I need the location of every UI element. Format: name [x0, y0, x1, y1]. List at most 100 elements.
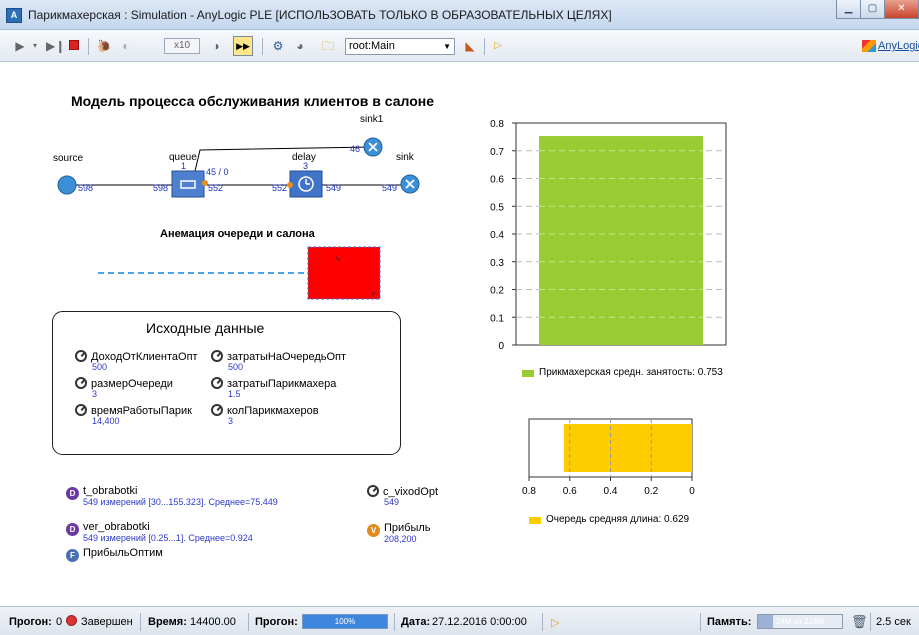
anylogic-link[interactable]: AnyLogic: [878, 40, 919, 52]
param-value: 500: [92, 362, 108, 372]
salon-area[interactable]: [307, 246, 381, 300]
window-title: Парикмахерская : Simulation - AnyLogic P…: [28, 8, 612, 22]
maximize-button[interactable]: ▢: [860, 0, 885, 19]
param-vremya-raboty[interactable]: времяРаботыПарик 14,400: [75, 404, 192, 426]
param-c-vixod-opt[interactable]: c_vixodOpt 549: [367, 485, 438, 507]
stat-detail: 549 измерений [30...155.323]. Среднее=75…: [83, 497, 278, 507]
parameter-icon: [367, 485, 379, 497]
param-name: колПарикмахеров: [227, 405, 319, 417]
y-tick-label: 0.2: [490, 286, 504, 297]
process-flowchart: [57, 137, 420, 198]
date-label: Дата:: [401, 616, 431, 628]
root-selector[interactable]: root:Main ▼: [345, 38, 455, 55]
memory-bar: 24M из 228M: [757, 614, 843, 629]
y-tick-label: 0.1: [490, 313, 504, 324]
virtual-time-button[interactable]: ▶▶: [233, 36, 253, 56]
chevron-down-icon: ▼: [443, 42, 451, 51]
navigate-back-icon[interactable]: ⚙: [270, 39, 286, 53]
parameter-icon: [75, 404, 87, 416]
y-tick-label: 0: [498, 341, 504, 352]
param-value: 14,400: [92, 416, 120, 426]
stat-name: t_obrabotki: [83, 485, 138, 497]
trash-icon[interactable]: 🗑: [851, 614, 868, 630]
parameter-icon: [75, 377, 87, 389]
param-razmer-ocheredi[interactable]: размерОчереди 3: [75, 377, 173, 399]
param-value: 3: [92, 389, 98, 399]
variable-pribyl[interactable]: V Прибыль 208,200: [367, 522, 431, 544]
sink1-in-count: 46: [350, 144, 361, 154]
stat-name: ПрибыльОптим: [83, 547, 163, 559]
delay-out-count: 549: [326, 183, 342, 193]
stat-detail: 549 измерений [0.25...1]. Среднее=0.924: [83, 533, 253, 543]
model-root-icon[interactable]: 🗀: [318, 39, 338, 53]
experiment-status-icon[interactable]: ▷: [551, 616, 559, 629]
x-tick-label: 0.8: [522, 486, 536, 497]
param-name: затратыПарикмахера: [227, 378, 337, 390]
bar-queue: [563, 424, 692, 472]
queue-block[interactable]: [171, 170, 205, 198]
date-value: 27.12.2016 0:00:00: [432, 616, 527, 628]
inputs-title: Исходные данные: [146, 320, 265, 336]
source-block[interactable]: [57, 175, 77, 195]
run-label: Прогон:: [9, 616, 52, 628]
root-selector-value: root:Main: [349, 40, 395, 52]
y-tick-label: 0.5: [490, 202, 504, 213]
status-bar: Прогон: 0 Завершен Время: 14400.00 Прого…: [0, 606, 919, 635]
y-tick-label: 0.8: [490, 119, 504, 130]
param-value: 3: [228, 416, 234, 426]
delay-port: [287, 182, 293, 188]
legend-queue: Очередь средняя длина: 0.629: [546, 514, 690, 525]
queue-size: 1: [181, 161, 187, 171]
legend-busy: Прикмахерская средн. занятость: 0.753: [539, 367, 723, 378]
model-title: Модель процесса обслуживания клиентов в …: [71, 93, 434, 109]
toolbar-separator: [88, 38, 89, 55]
animation-title: Анемация очереди и салона: [160, 228, 315, 240]
param-name: затратыНаОчередьОпт: [227, 351, 347, 363]
anylogic-app-icon: A: [6, 8, 22, 23]
step-icon[interactable]: ▶❙: [46, 39, 65, 53]
bar-busy: [539, 136, 703, 345]
home-view-icon[interactable]: ◣: [462, 39, 478, 53]
param-zatraty-parik[interactable]: затратыПарикмахера 1.5: [211, 377, 337, 399]
stat-ver-obrabotki[interactable]: Dver_obrabotki 549 измерений [0.25...1].…: [66, 521, 253, 543]
run-dropdown-icon[interactable]: ▾: [30, 39, 40, 53]
sink-in-count: 549: [382, 183, 398, 193]
function-icon: F: [66, 549, 79, 562]
speed-down-icon[interactable]: ◐: [118, 39, 134, 53]
model-canvas: Модель процесса обслуживания клиентов в …: [0, 63, 919, 606]
param-dohod[interactable]: ДоходОтКлиентаОпт 500: [75, 350, 198, 372]
function-pribyl-optim[interactable]: F ПрибыльОптим: [66, 547, 163, 562]
run-value: 0: [56, 616, 63, 628]
parameter-icon: [75, 350, 87, 362]
progress-label: Прогон:: [255, 616, 298, 628]
close-button[interactable]: ✕: [884, 0, 919, 19]
time-label: Время:: [148, 616, 187, 628]
queue-out-count: 552: [208, 183, 224, 193]
speed-up-icon[interactable]: ◑: [208, 39, 224, 53]
toolbar-separator: [484, 38, 485, 55]
slower-icon[interactable]: 🐌: [96, 39, 112, 53]
memory-label: Память:: [707, 616, 752, 628]
queue-animation: [98, 246, 381, 300]
param-zatraty-ochered[interactable]: затратыНаОчередьОпт 500: [211, 350, 347, 372]
y-tick-label: 0.6: [490, 175, 504, 186]
run-icon[interactable]: ▶: [14, 39, 26, 53]
param-kol-parik[interactable]: колПарикмахеров 3: [211, 404, 319, 426]
stat-t-obrabotki[interactable]: Dt_obrabotki 549 измерений [30...155.323…: [66, 485, 278, 507]
anylogic-logo-icon: [862, 40, 876, 52]
experiment-icon[interactable]: ▷: [492, 39, 504, 53]
x-tick-label: 0.2: [644, 486, 658, 497]
time-value: 14400.00: [190, 616, 236, 628]
delay-size: 3: [303, 161, 309, 171]
navigate-forward-icon[interactable]: ◕: [292, 39, 308, 53]
stat-name: Прибыль: [384, 522, 431, 534]
y-tick-label: 0.3: [490, 258, 504, 269]
param-name: размерОчереди: [91, 378, 173, 390]
sink-label: sink: [396, 152, 414, 163]
minimize-button[interactable]: ▁: [836, 0, 861, 19]
source-out-count: 598: [78, 183, 94, 193]
stat-name: ver_obrabotki: [83, 521, 150, 533]
stop-icon[interactable]: [68, 39, 80, 53]
param-value: 549: [384, 497, 400, 507]
stop-status-icon: [66, 615, 77, 629]
